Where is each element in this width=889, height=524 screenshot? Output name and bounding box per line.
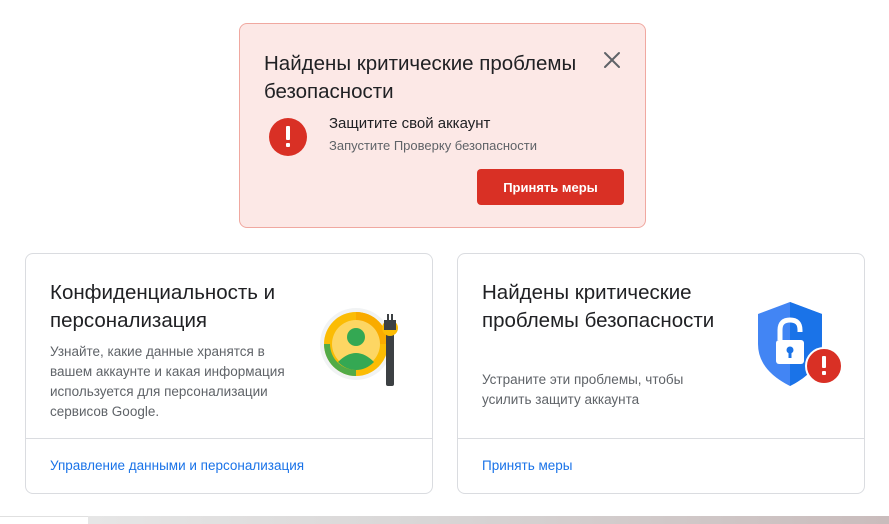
privacy-card-title: Конфиденциальность и персонализация — [50, 281, 276, 332]
security-alert-card: Найдены критические проблемы безопасност… — [239, 23, 646, 228]
close-icon[interactable] — [600, 48, 624, 72]
take-action-button[interactable]: Принять меры — [477, 169, 624, 205]
manage-data-personalization-link[interactable]: Управление данными и персонализация — [50, 458, 304, 473]
security-card-title: Найдены критические проблемы безопасност… — [482, 281, 715, 332]
card-divider — [26, 438, 432, 439]
privacy-card: Конфиденциальность и персонализация Узна… — [25, 253, 433, 494]
bottom-strip-left — [0, 516, 88, 524]
error-icon — [269, 118, 307, 156]
alert-title: Найдены критические проблемы безопасност… — [264, 52, 577, 103]
card-divider — [458, 438, 864, 439]
page: Найдены критические проблемы безопасност… — [0, 0, 889, 524]
security-card: Найдены критические проблемы безопасност… — [457, 253, 865, 494]
take-action-link[interactable]: Принять меры — [482, 458, 573, 473]
privacy-card-description: Узнайте, какие данные хранятся в вашем а… — [50, 344, 285, 419]
security-shield-illustration — [754, 300, 846, 392]
alert-message-subtitle: Запустите Проверку безопасности — [329, 138, 537, 153]
security-card-description: Устраните эти проблемы, чтобы усилить за… — [482, 372, 684, 407]
alert-message-title: Защитите свой аккаунт — [329, 115, 491, 132]
privacy-personalization-illustration — [316, 304, 416, 404]
bottom-strip — [88, 516, 889, 524]
